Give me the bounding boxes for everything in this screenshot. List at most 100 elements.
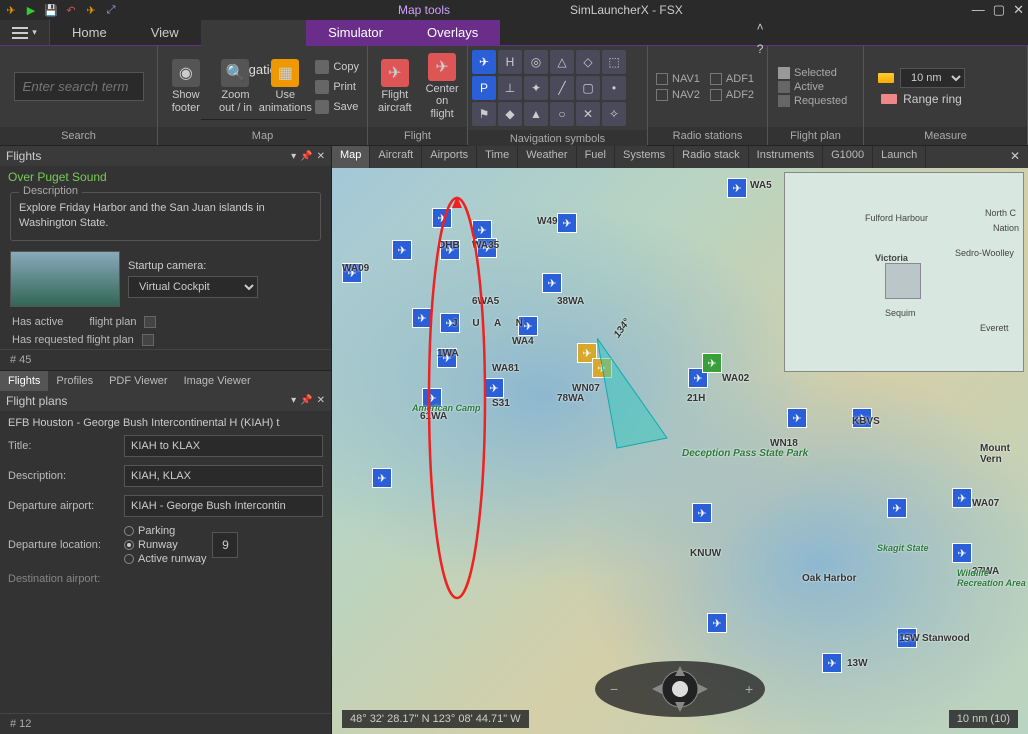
- triangle-icon[interactable]: △: [550, 50, 574, 74]
- airport-icon[interactable]: ✈: [542, 273, 562, 293]
- flag-icon[interactable]: ⚑: [472, 102, 496, 126]
- chevron-up-icon[interactable]: ˄: [757, 20, 764, 34]
- parking-icon[interactable]: P: [472, 76, 496, 100]
- tab-profiles[interactable]: Profiles: [48, 371, 101, 391]
- tri2-icon[interactable]: ▲: [524, 102, 548, 126]
- airport-icon[interactable]: ✈: [472, 50, 496, 74]
- camera-select[interactable]: Virtual Cockpit: [128, 276, 258, 298]
- airport-icon[interactable]: ✈: [952, 488, 972, 508]
- star-icon[interactable]: ✧: [602, 102, 626, 126]
- play-icon[interactable]: ▶: [24, 3, 38, 17]
- app-menu-button[interactable]: ▾: [0, 20, 50, 45]
- pin-icon[interactable]: 📌: [300, 151, 312, 162]
- radio-runway[interactable]: Runway: [124, 539, 206, 551]
- adf1-toggle[interactable]: ADF1: [710, 73, 754, 85]
- print-button[interactable]: Print: [311, 78, 363, 96]
- radio-parking[interactable]: Parking: [124, 525, 206, 537]
- tower-icon[interactable]: ⊥: [498, 76, 522, 100]
- tab-image[interactable]: Image Viewer: [176, 371, 259, 391]
- map-joystick[interactable]: − +: [590, 654, 770, 724]
- fplans-count: # 12: [0, 713, 331, 734]
- maximize-icon[interactable]: ▢: [993, 2, 1005, 18]
- beacon-icon[interactable]: ✦: [524, 76, 548, 100]
- search-input[interactable]: [14, 72, 144, 101]
- help-icon[interactable]: ?: [757, 42, 764, 56]
- adf2-toggle[interactable]: ADF2: [710, 89, 754, 101]
- dropdown-icon[interactable]: ▾: [291, 395, 296, 406]
- menu-overlays[interactable]: Overlays: [405, 20, 500, 45]
- tab-aircraft[interactable]: Aircraft: [370, 146, 422, 168]
- close-panel-icon[interactable]: ✕: [317, 395, 325, 406]
- plane-icon[interactable]: ✈: [4, 3, 18, 17]
- close-icon[interactable]: ✕: [1013, 2, 1024, 18]
- flight-aircraft-button[interactable]: ✈Flight aircraft: [372, 57, 418, 115]
- menu-view[interactable]: View: [129, 20, 201, 45]
- airport-icon[interactable]: ✈: [707, 613, 727, 633]
- save-button[interactable]: Save: [311, 98, 363, 116]
- nav1-toggle[interactable]: NAV1: [656, 73, 700, 85]
- desc-input[interactable]: [124, 465, 323, 487]
- airport-icon[interactable]: ✈: [557, 213, 577, 233]
- tab-airports[interactable]: Airports: [422, 146, 477, 168]
- title-input[interactable]: [124, 435, 323, 457]
- tab-pdf[interactable]: PDF Viewer: [101, 371, 175, 391]
- airport-icon[interactable]: ✈: [822, 653, 842, 673]
- airport-icon[interactable]: ✈: [887, 498, 907, 518]
- airport-icon[interactable]: ✈: [372, 468, 392, 488]
- dep-airport-input[interactable]: [124, 495, 323, 517]
- airport-icon[interactable]: ✈: [727, 178, 747, 198]
- zoom-icon[interactable]: ⤢: [104, 3, 118, 17]
- tab-radio[interactable]: Radio stack: [674, 146, 748, 168]
- save-icon[interactable]: 💾: [44, 3, 58, 17]
- fp-requested[interactable]: Requested: [778, 95, 847, 107]
- zoom-button[interactable]: 🔍Zoom out / in: [212, 57, 260, 115]
- viewport-rect[interactable]: [885, 263, 921, 299]
- menu-simulator[interactable]: Simulator: [306, 20, 405, 45]
- undo-icon[interactable]: ↶: [64, 3, 78, 17]
- fp-active[interactable]: Active: [778, 81, 847, 93]
- center-on-flight-button[interactable]: ✈Center on flight: [420, 51, 465, 121]
- line-icon[interactable]: ╱: [550, 76, 574, 100]
- minimap[interactable]: Fulford Harbour Victoria Sedro-Woolley S…: [784, 172, 1024, 372]
- airport-icon[interactable]: ✈: [952, 543, 972, 563]
- map-view[interactable]: ✈ ✈ ✈ ✈ ✈ ✈ ✈ ✈ ✈ ✈ ✈ ✈ ✈ ✈ ✈ ✈ ✈ ✈ ✈ ✈ …: [332, 168, 1028, 734]
- close-panel-icon[interactable]: ✕: [317, 151, 325, 162]
- requested-checkbox[interactable]: [142, 334, 154, 346]
- tab-instruments[interactable]: Instruments: [749, 146, 823, 168]
- tab-fuel[interactable]: Fuel: [577, 146, 615, 168]
- nav2-toggle[interactable]: NAV2: [656, 89, 700, 101]
- tab-time[interactable]: Time: [477, 146, 518, 168]
- circle-icon[interactable]: ○: [550, 102, 574, 126]
- plane2-icon[interactable]: ✈: [84, 3, 98, 17]
- dot-icon[interactable]: •: [602, 76, 626, 100]
- fp-selected[interactable]: Selected: [778, 67, 847, 79]
- copy-button[interactable]: Copy: [311, 58, 363, 76]
- tab-flights[interactable]: Flights: [0, 371, 48, 391]
- range-select[interactable]: 10 nm: [900, 68, 965, 88]
- minimize-icon[interactable]: —: [972, 2, 985, 18]
- misc-icon[interactable]: ⬚: [602, 50, 626, 74]
- tab-launch[interactable]: Launch: [873, 146, 926, 168]
- animations-button[interactable]: ▦Use animations: [261, 57, 309, 115]
- airport-icon[interactable]: ✈: [702, 353, 722, 373]
- heliport-icon[interactable]: H: [498, 50, 522, 74]
- cross-icon[interactable]: ✕: [576, 102, 600, 126]
- menu-home[interactable]: Home: [50, 20, 129, 45]
- tab-g1000[interactable]: G1000: [823, 146, 873, 168]
- dropdown-icon[interactable]: ▾: [291, 151, 296, 162]
- pin-icon[interactable]: 📌: [300, 395, 312, 406]
- square-icon[interactable]: ▢: [576, 76, 600, 100]
- airport-icon[interactable]: ✈: [392, 240, 412, 260]
- marker-icon[interactable]: ◆: [498, 102, 522, 126]
- tab-map[interactable]: Map: [332, 146, 370, 168]
- show-footer-button[interactable]: ◉Show footer: [162, 57, 210, 115]
- active-checkbox[interactable]: [144, 316, 156, 328]
- airport-icon[interactable]: ✈: [692, 503, 712, 523]
- tabs-close-icon[interactable]: ✕: [1002, 146, 1028, 168]
- airport-icon[interactable]: ✈: [787, 408, 807, 428]
- tab-systems[interactable]: Systems: [615, 146, 674, 168]
- radio-active-runway[interactable]: Active runway: [124, 553, 206, 565]
- tab-weather[interactable]: Weather: [518, 146, 576, 168]
- diamond-icon[interactable]: ◇: [576, 50, 600, 74]
- compass-icon[interactable]: ◎: [524, 50, 548, 74]
